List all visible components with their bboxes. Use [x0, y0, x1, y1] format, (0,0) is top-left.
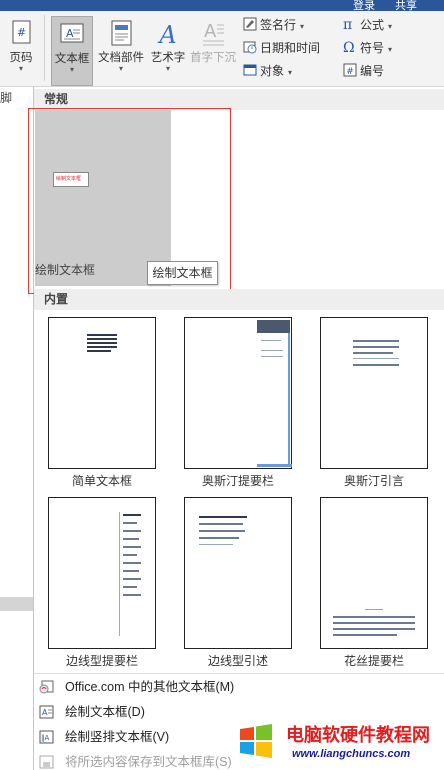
page-number-label: 页码 [9, 52, 33, 64]
svg-text:A: A [157, 21, 176, 47]
tile-page-thumbnail [320, 317, 428, 469]
office-textbox-icon [39, 680, 54, 694]
tile-caption: 花丝提要栏 [343, 654, 404, 668]
tile-page-thumbnail [48, 497, 156, 649]
svg-text:#: # [17, 26, 26, 39]
chevron-down-icon: ▾ [288, 68, 293, 77]
tile-caption: 奥斯汀引言 [343, 474, 404, 488]
chevron-down-icon: ▾ [388, 22, 393, 31]
svg-text:A: A [42, 708, 48, 717]
footer-fragment-label: 脚 [0, 91, 13, 105]
menu-item-more-from-office[interactable]: Office.com 中的其他文本框(M) [34, 675, 444, 699]
site-watermark: 电脑软硬件教程网 www.liangchuncs.com [238, 719, 444, 770]
section-header-general: 常规 [34, 89, 444, 110]
menu-item-label: 绘制文本框(D) [65, 705, 145, 719]
gallery-tile-filigree-sidebar[interactable]: 花丝提要栏 [318, 497, 430, 669]
doc-parts-label: 文档部件 [98, 52, 144, 64]
chevron-down-icon: ▾ [388, 45, 393, 54]
doc-parts-icon [111, 20, 132, 46]
chevron-down-icon: ▾ [118, 64, 123, 73]
tile-page-thumbnail [48, 317, 156, 469]
menu-item-label: Office.com 中的其他文本框(M) [65, 680, 235, 694]
menu-item-label: 绘制竖排文本框(V) [65, 730, 170, 744]
symbol-button[interactable]: Ω 符号 ▾ [343, 39, 392, 57]
tile-caption: 简单文本框 [71, 474, 132, 488]
watermark-title: 电脑软硬件教程网 [286, 725, 430, 745]
doc-parts-button[interactable]: 文档部件 ▾ [96, 19, 146, 73]
tile-page-thumbnail [320, 497, 428, 649]
dropcap-icon: A [203, 21, 224, 46]
tile-caption: 边线型引述 [207, 654, 268, 668]
svg-text:A: A [66, 27, 74, 40]
object-label: 对象 [260, 64, 285, 78]
tile-caption: 奥斯汀提要栏 [201, 474, 274, 488]
chevron-down-icon: ▾ [69, 65, 74, 74]
gallery-tile-simple[interactable]: 简单文本框 [46, 317, 158, 489]
chevron-down-icon: ▾ [165, 64, 170, 73]
number-button[interactable]: # 编号 [343, 62, 384, 80]
signature-line-button[interactable]: 签名行 ▾ [243, 16, 304, 34]
wordart-icon: A [157, 21, 176, 47]
title-bar-strip: 登录 共享 [0, 0, 444, 12]
object-icon [243, 64, 257, 76]
datetime-label: 日期和时间 [260, 41, 321, 55]
pi-icon: π [343, 17, 353, 33]
svg-text:A: A [204, 21, 217, 42]
object-button[interactable]: 对象 ▾ [243, 62, 292, 80]
gallery-tile-sideline-sidebar[interactable]: 边线型提要栏 [46, 497, 158, 669]
gallery-tile-austin-quote[interactable]: 奥斯汀引言 [318, 317, 430, 489]
svg-text:‖A: ‖A [41, 734, 50, 742]
watermark-url: www.liangchuncs.com [292, 748, 411, 760]
equation-button[interactable]: π 公式 ▾ [343, 16, 392, 34]
textbox-icon: A [60, 23, 84, 43]
dropcap-label: 首字下沉 [190, 52, 236, 64]
textbox-icon: A [39, 705, 54, 719]
windows-logo-icon [240, 724, 272, 758]
menu-divider [34, 673, 444, 674]
equation-label: 公式 [360, 18, 385, 32]
tile-page-thumbnail [184, 497, 292, 649]
tile-caption: 边线型提要栏 [65, 654, 138, 668]
menu-item-label: 将所选内容保存到文本框库(S) [65, 755, 232, 769]
pen-signature-icon [243, 17, 257, 31]
page-number-button[interactable]: # 页码 ▾ [4, 19, 38, 73]
wordart-button[interactable]: A 艺术字 ▾ [148, 19, 188, 73]
dropcap-button: A 首字下沉 [189, 19, 237, 65]
textbox-gallery-panel: 常规 绘制文本框 绘制文本框 绘制文本框 内置 简单文本框 奥斯汀提要栏 奥斯汀… [28, 87, 444, 770]
tooltip: 绘制文本框 [147, 261, 218, 285]
ribbon-separator [44, 15, 45, 81]
textbox-button[interactable]: A 文本框 ▾ [51, 16, 93, 86]
vertical-textbox-icon: ‖A [39, 730, 54, 744]
number-icon: # [343, 63, 357, 77]
omega-icon: Ω [343, 40, 355, 56]
gallery-tile-austin-sidebar[interactable]: 奥斯汀提要栏 [182, 317, 294, 489]
chevron-down-icon: ▾ [18, 64, 23, 73]
save-to-gallery-icon [39, 755, 54, 769]
datetime-button[interactable]: 日期和时间 [243, 39, 320, 57]
chevron-down-icon: ▾ [300, 22, 305, 31]
number-label: 编号 [360, 64, 385, 78]
signature-line-label: 签名行 [260, 18, 297, 32]
page-number-icon: # [12, 20, 31, 44]
svg-text:#: # [346, 67, 354, 77]
tile-page-thumbnail [184, 317, 292, 469]
document-gray-band [0, 597, 33, 611]
gallery-tile-sideline-quote[interactable]: 边线型引述 [182, 497, 294, 669]
section-header-builtin: 内置 [34, 289, 444, 310]
wordart-label: 艺术字 [150, 52, 186, 64]
insert-ribbon: # 页码 ▾ A 文本框 ▾ 文档部件 ▾ A 艺术字 ▾ A 首字下沉 签名行… [0, 11, 444, 87]
symbol-label: 符号 [360, 41, 385, 55]
textbox-label: 文本框 [54, 53, 90, 65]
calendar-clock-icon [243, 41, 257, 54]
